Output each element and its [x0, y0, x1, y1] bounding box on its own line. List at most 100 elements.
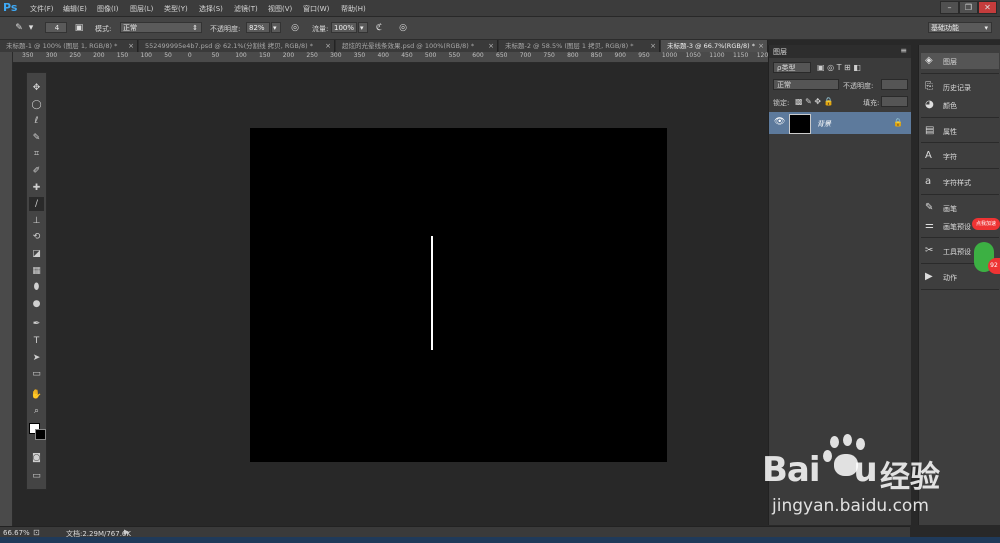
- eraser-tool-icon[interactable]: ◪: [29, 247, 44, 261]
- layer-name[interactable]: 背景: [817, 119, 831, 129]
- dock-item-layers[interactable]: ◈ 图层: [921, 53, 999, 69]
- lock-icon: 🔒: [893, 118, 903, 127]
- menu-select[interactable]: 选择(S): [199, 4, 223, 14]
- character-icon: A: [925, 150, 932, 161]
- minimize-button[interactable]: –: [940, 1, 959, 14]
- menu-image[interactable]: 图像(I): [97, 4, 119, 14]
- document-canvas[interactable]: [250, 128, 667, 462]
- dock-item-history[interactable]: ⎘ 历史记录: [921, 79, 999, 95]
- status-arrow-icon[interactable]: ▶: [124, 528, 129, 536]
- menu-layer[interactable]: 图层(L): [130, 4, 153, 14]
- restore-button[interactable]: ❐: [959, 1, 978, 14]
- airbrush-icon[interactable]: ℭ: [372, 22, 386, 34]
- close-window-button[interactable]: ✕: [978, 1, 997, 14]
- close-icon[interactable]: ×: [325, 40, 331, 52]
- ruler-tick-label: 150: [116, 52, 129, 59]
- layer-opacity-input[interactable]: [881, 79, 908, 90]
- eyedropper-tool-icon[interactable]: ✐: [29, 164, 44, 178]
- workspace-value: 基础功能: [931, 24, 959, 32]
- menu-view[interactable]: 视图(V): [268, 4, 292, 14]
- fill-label: 填充:: [863, 99, 880, 107]
- brush-size-picker[interactable]: 4: [45, 22, 67, 33]
- healing-tool-icon[interactable]: ✚: [29, 181, 44, 195]
- tab-document-1[interactable]: 未标题-1 @ 100% (图层 1, RGB/8) * ×: [0, 40, 138, 52]
- blur-tool-icon[interactable]: ⬮: [29, 280, 44, 294]
- brush-panel-toggle-icon[interactable]: ▣: [72, 22, 86, 34]
- filter-icons[interactable]: ▣ ◎ T ⊞ ◧: [817, 63, 861, 72]
- dodge-tool-icon[interactable]: ●: [29, 297, 44, 311]
- lasso-tool-icon[interactable]: ℓ: [29, 114, 44, 128]
- ruler-tick-label: 50: [211, 52, 220, 59]
- pressure-opacity-icon[interactable]: ◎: [288, 22, 302, 34]
- panel-menu-icon[interactable]: ≡: [900, 46, 907, 55]
- filter-kind-select[interactable]: ρ类型: [773, 62, 811, 73]
- layers-tab[interactable]: 图层: [773, 47, 787, 57]
- tab-document-2[interactable]: 552499995e4b7.psd @ 62.1%(分割线 拷贝, RGB/8)…: [139, 40, 335, 52]
- zoom-tool-icon[interactable]: ⌕: [29, 404, 44, 418]
- quick-select-tool-icon[interactable]: ✎: [29, 131, 44, 145]
- dock-separator: [921, 117, 999, 118]
- tab-document-5[interactable]: 未标题-3 @ 66.7%(RGB/8) * ×: [661, 40, 768, 52]
- flow-input[interactable]: 100%: [331, 22, 357, 33]
- background-color-swatch[interactable]: [35, 429, 46, 440]
- lock-icons[interactable]: ▩ ✎ ✥ 🔒: [795, 97, 834, 106]
- history-brush-tool-icon[interactable]: ⟲: [29, 230, 44, 244]
- close-icon[interactable]: ×: [650, 40, 656, 52]
- flow-value: 100%: [334, 24, 355, 32]
- ruler-tick-label: 350: [22, 52, 34, 59]
- fill-input[interactable]: [881, 96, 908, 107]
- opacity-dropdown[interactable]: ▾: [271, 22, 281, 33]
- dock-item-character[interactable]: A 字符: [921, 148, 999, 164]
- menu-filter[interactable]: 滤镜(T): [234, 4, 258, 14]
- brush-tool-icon[interactable]: ∕: [29, 197, 44, 212]
- close-icon[interactable]: ×: [128, 40, 134, 52]
- opacity-input[interactable]: 82%: [246, 22, 270, 33]
- pressure-size-icon[interactable]: ◎: [396, 22, 410, 34]
- layer-row-background[interactable]: 👁 背景 🔒: [769, 112, 911, 134]
- dock-item-color[interactable]: ◕ 颜色: [921, 97, 999, 113]
- blend-mode-value: 正常: [777, 81, 791, 89]
- marquee-tool-icon[interactable]: ◯: [29, 98, 44, 112]
- stamp-tool-icon[interactable]: ⊥: [29, 214, 44, 228]
- hand-tool-icon[interactable]: ✋: [29, 388, 44, 402]
- brush-tool-preset-icon[interactable]: ✎: [12, 22, 26, 34]
- menu-help[interactable]: 帮助(H): [341, 4, 366, 14]
- type-tool-icon[interactable]: T: [29, 334, 44, 348]
- menu-file[interactable]: 文件(F): [30, 4, 54, 14]
- status-icon[interactable]: ⊡: [33, 528, 40, 537]
- shape-tool-icon[interactable]: ▭: [29, 367, 44, 381]
- ruler-tick-label: 200: [282, 52, 295, 59]
- pen-tool-icon[interactable]: ✒: [29, 317, 44, 331]
- watermark-brand: Bai u: [762, 450, 878, 490]
- quick-mask-icon[interactable]: ◙: [29, 451, 44, 465]
- eye-icon[interactable]: 👁: [774, 117, 785, 127]
- flow-label: 流量:: [312, 25, 329, 33]
- chevron-down-icon: ▾: [984, 24, 988, 32]
- menu-type[interactable]: 类型(Y): [164, 4, 188, 14]
- zoom-level[interactable]: 66.67%: [3, 529, 30, 537]
- speed-widget[interactable]: 点我加速 92: [972, 218, 1000, 278]
- menu-window[interactable]: 窗口(W): [303, 4, 329, 14]
- chevron-down-icon[interactable]: ▾: [27, 22, 35, 34]
- dock-item-character-style[interactable]: a 字符样式: [921, 174, 999, 190]
- layer-thumbnail: [789, 114, 811, 134]
- close-icon[interactable]: ×: [488, 40, 494, 52]
- workspace-select[interactable]: 基础功能 ▾: [928, 22, 992, 33]
- tab-document-3[interactable]: 超炫的光晕线条效果.psd @ 100%(RGB/8) * ×: [336, 40, 498, 52]
- mode-select[interactable]: 正常 ⇕: [120, 22, 202, 33]
- flow-dropdown[interactable]: ▾: [358, 22, 368, 33]
- crop-tool-icon[interactable]: ⌗: [29, 147, 44, 161]
- menu-edit[interactable]: 编辑(E): [63, 4, 87, 14]
- screen-mode-icon[interactable]: ▭: [29, 469, 44, 483]
- path-select-tool-icon[interactable]: ➤: [29, 351, 44, 365]
- close-icon[interactable]: ×: [758, 40, 764, 52]
- dock-item-brush[interactable]: ✎ 画笔: [921, 200, 999, 216]
- tab-label: 未标题-1 @ 100% (图层 1, RGB/8) *: [6, 42, 118, 50]
- blend-mode-select[interactable]: 正常: [773, 79, 839, 90]
- tab-document-4[interactable]: 未标题-2 @ 58.5% (图层 1 拷贝, RGB/8) * ×: [499, 40, 660, 52]
- move-tool-icon[interactable]: ✥: [29, 81, 44, 95]
- brush-icon: ✎: [925, 202, 934, 213]
- gradient-tool-icon[interactable]: ▦: [29, 264, 44, 278]
- dock-item-properties[interactable]: ▤ 属性: [921, 123, 999, 139]
- watermark-cn: 经验: [880, 460, 940, 495]
